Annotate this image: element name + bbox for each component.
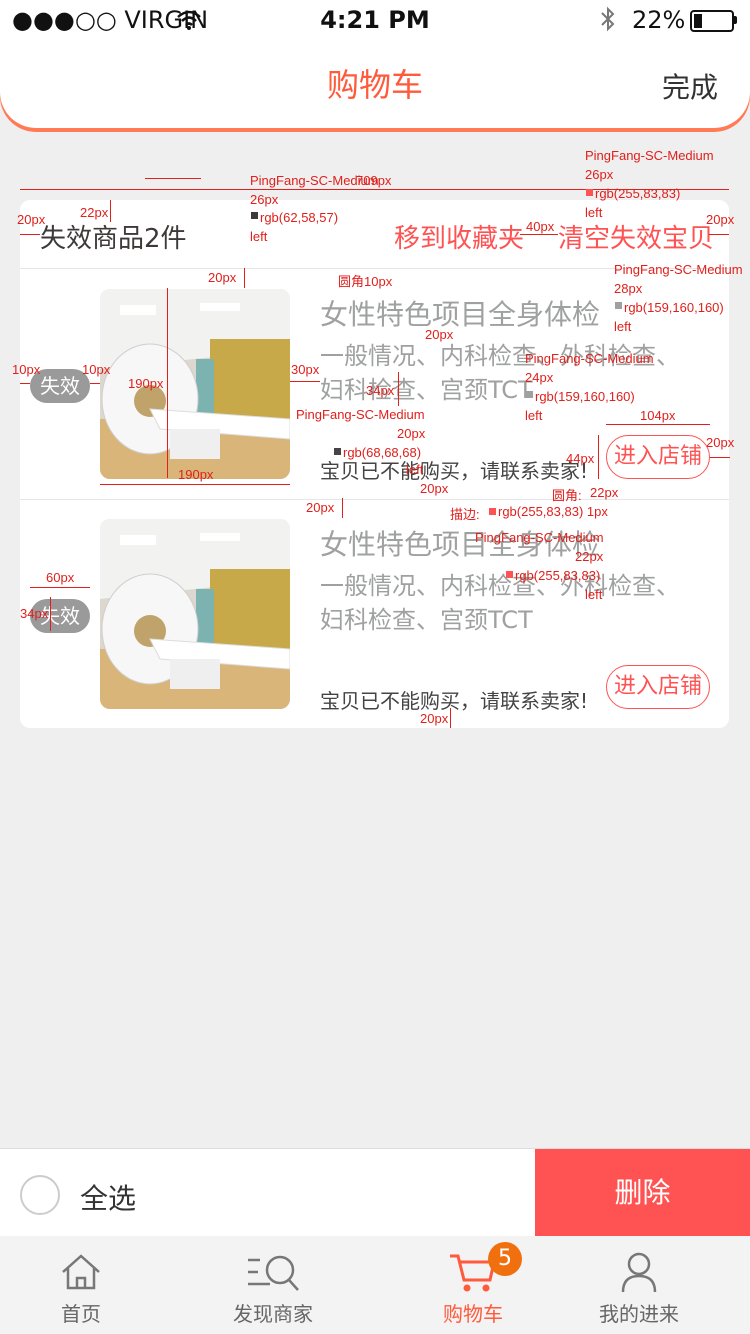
tab-label: 我的进来 [599,1302,679,1326]
profile-icon [621,1252,657,1293]
wifi-icon [177,10,201,30]
dim-label: 10px [82,362,111,377]
dim-label: 190px [178,467,214,482]
dim-label: 20px [17,212,46,227]
dim-label: 20px [420,711,449,726]
anno-color: rgb(62,58,57) [260,210,339,225]
anno-size: 26px [585,167,614,182]
dim-label: 20px [208,270,237,285]
dim-label: 60px [46,570,75,585]
battery-icon [690,10,734,32]
nav-bar: 购物车 完成 [0,40,750,128]
dim-label: 20px [706,435,735,450]
dim-label: 34px [366,383,395,398]
card-header: 失效商品2件 移到收藏夹 清空失效宝贝 [20,200,729,269]
anno-color: rgb(159,160,160) [535,389,635,404]
anno-align: left [250,229,268,244]
anno-align: left [406,462,424,477]
anno-color: rgb(159,160,160) [624,300,724,315]
home-icon [62,1254,100,1290]
anno-color: rgb(255,83,83) [515,568,601,583]
move-to-favorites-button[interactable]: 移到收藏夹 [394,218,524,255]
tab-label: 发现商家 [233,1302,313,1326]
corner-radius-label: 圆角10px [338,274,393,289]
dim-label: 20px [706,212,735,227]
anno-font: PingFang-SC-Medium [585,148,714,163]
anno-align: left [585,587,603,602]
anno-font: PingFang-SC-Medium [525,351,654,366]
anno-size: 24px [525,370,554,385]
product-name: 女性特色项目全身体检 [320,298,601,331]
select-all-checkbox[interactable] [20,1175,60,1215]
stroke-key: 描边: [450,507,480,522]
anno-align: left [585,205,603,220]
dim-label: 20px [420,481,449,496]
dim-label: 40px [526,219,555,234]
tab-label: 购物车 [443,1302,503,1326]
dim-label: 10px [12,362,41,377]
anno-align: left [614,319,632,334]
tab-discover[interactable]: 发现商家 [212,1236,334,1334]
radius-value: 22px [590,485,619,500]
dim-label: 22px [80,205,109,220]
dim-label: 30px [291,362,320,377]
radius-key: 圆角: [552,488,582,503]
tab-home[interactable]: 首页 [20,1236,142,1334]
select-all-label[interactable]: 全选 [80,1177,136,1217]
anno-font: PingFang-SC-Medium [614,262,743,277]
tab-bar: 首页 发现商家 购物车 我的进来 [0,1236,750,1334]
dim-label: 20px [306,500,335,515]
dim-label: 44px [566,451,595,466]
product-desc: 一般情况、内科检查、外科检查、妇科检查、宫颈TCT [320,572,680,634]
dim-label: 190px [128,376,164,391]
cart-count-badge: 5 [488,1242,522,1276]
dim-label: 20px [425,327,454,342]
anno-color: rgb(255,83,83) [595,186,681,201]
status-bar: ●●●○○ VIRGIN 4:21 PM 22% [0,0,750,40]
discover-icon [248,1255,299,1291]
delete-button[interactable]: 删除 [535,1149,750,1237]
unavailable-warning: 宝贝已不能购买，请联系卖家! [320,689,589,713]
anno-font: PingFang-SC-Medium [296,407,425,422]
enter-shop-button[interactable]: 进入店铺 [606,665,710,709]
anno-color: rgb(68,68,68) [343,445,422,460]
tab-label: 首页 [61,1302,101,1326]
invalid-item[interactable]: 失效 女性特色项目全身体检 一般情况、内科检查、外科检查、妇科检查、宫颈TCT … [20,499,729,729]
battery-percent: 22% [632,6,686,34]
stroke-value: rgb(255,83,83) 1px [498,504,608,519]
anno-size: 22px [575,549,604,564]
anno-size: 28px [614,281,643,296]
anno-font: PingFang-SC-Medium [250,173,379,188]
invalid-count-label: 失效商品2件 [40,224,187,254]
enter-shop-button[interactable]: 进入店铺 [606,435,710,479]
anno-align: left [525,408,543,423]
tab-profile[interactable]: 我的进来 [578,1236,700,1334]
dim-label: 104px [640,408,676,423]
anno-size: 20px [397,426,426,441]
page-title: 购物车 [326,66,423,104]
cart-action-bar: 全选 删除 [0,1148,750,1237]
dim-label: 34px [20,606,49,621]
anno-font: PingFang-SC-Medium [475,530,604,545]
product-image[interactable] [100,519,290,709]
bluetooth-icon [598,6,618,38]
clear-invalid-button[interactable]: 清空失效宝贝 [558,218,714,255]
anno-size: 26px [250,192,279,207]
done-button[interactable]: 完成 [662,66,718,106]
